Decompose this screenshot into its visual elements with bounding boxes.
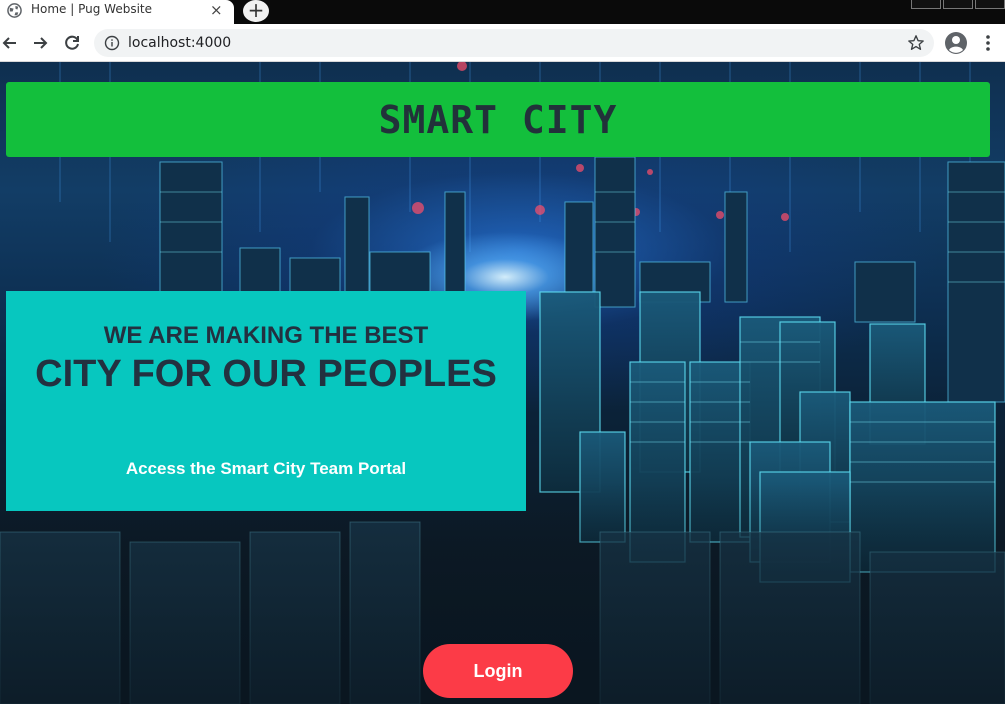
back-arrow-icon[interactable]	[0, 33, 20, 53]
hero-subtitle: Access the Smart City Team Portal	[125, 459, 407, 478]
hero-box: WE ARE MAKING THE BEST CITY FOR OUR PEOP…	[6, 291, 526, 511]
login-button[interactable]: Login	[423, 644, 573, 698]
window-controls	[909, 0, 1005, 10]
globe-icon	[7, 3, 22, 18]
browser-tab[interactable]: Home | Pug Website ×	[0, 0, 234, 24]
restore-icon[interactable]	[943, 0, 973, 9]
star-icon[interactable]	[907, 34, 925, 52]
hero-heading-line2: CITY FOR OUR PEOPLES	[35, 353, 497, 395]
site-header: SMART CITY	[6, 82, 990, 157]
address-bar[interactable]: localhost:4000	[94, 29, 934, 57]
info-icon[interactable]	[104, 35, 120, 51]
tab-title: Home | Pug Website	[31, 2, 153, 16]
account-icon[interactable]	[944, 31, 968, 55]
site-title: SMART CITY	[378, 98, 618, 142]
hero-heading-line1: WE ARE MAKING THE BEST	[103, 322, 429, 349]
browser-titlebar: Home | Pug Website × +	[0, 0, 1005, 24]
close-tab-icon[interactable]: ×	[210, 1, 223, 19]
page-content: SMART CITY WE ARE MAKING THE BEST CITY F…	[0, 62, 1005, 704]
forward-arrow-icon[interactable]	[30, 33, 50, 53]
window-close-icon[interactable]	[975, 0, 1005, 9]
new-tab-button[interactable]: +	[243, 0, 269, 22]
minimize-icon[interactable]	[911, 0, 941, 9]
kebab-menu-icon[interactable]	[982, 33, 994, 53]
browser-toolbar: localhost:4000	[0, 24, 1005, 62]
url-text[interactable]: localhost:4000	[128, 35, 231, 51]
reload-icon[interactable]	[62, 33, 82, 53]
